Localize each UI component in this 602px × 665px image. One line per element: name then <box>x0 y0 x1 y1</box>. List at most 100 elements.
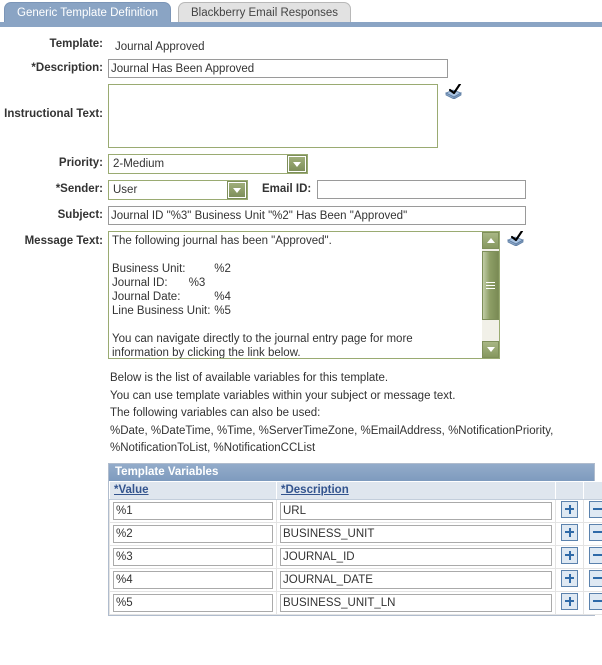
sender-select[interactable]: User <box>108 180 248 200</box>
variable-description-input[interactable] <box>280 593 552 612</box>
tab-label: Blackberry Email Responses <box>191 7 339 19</box>
priority-selected-value: 2-Medium <box>113 158 165 170</box>
spellcheck-book-icon[interactable] <box>445 84 462 99</box>
scrollbar-thumb[interactable] <box>482 251 499 320</box>
scrollbar-grip-icon <box>486 280 495 291</box>
help-line-5: %NotificationToList, %NotificationCCList <box>110 442 316 454</box>
help-line-3: The following variables can also be used… <box>110 407 321 419</box>
cell-add <box>555 590 584 615</box>
sender-label: *Sender: <box>55 183 103 195</box>
cell-add <box>555 521 584 546</box>
priority-label: Priority: <box>58 157 103 169</box>
grid-title: Template Variables <box>109 463 594 481</box>
cell-remove <box>583 521 602 546</box>
cell-add <box>555 544 584 569</box>
template-variables-grid: Template Variables *Value *Description <box>108 462 602 616</box>
spellcheck-book-icon[interactable] <box>507 231 524 246</box>
variable-description-input[interactable] <box>280 570 552 589</box>
cell-value <box>109 567 277 592</box>
cell-value <box>109 521 277 546</box>
subject-label: Subject: <box>57 209 103 221</box>
field-row-message-text: Message Text: The following journal has … <box>0 231 602 362</box>
tab-blackberry-email-responses[interactable]: Blackberry Email Responses <box>178 2 352 22</box>
message-text-area[interactable]: The following journal has been "Approved… <box>108 231 500 359</box>
variable-value-input[interactable] <box>113 501 273 520</box>
cell-remove <box>583 544 602 569</box>
subject-input[interactable] <box>108 206 526 225</box>
remove-row-button[interactable] <box>589 523 602 541</box>
variable-description-input[interactable] <box>280 547 552 566</box>
tab-label: Generic Template Definition <box>17 7 159 19</box>
scroll-down-icon[interactable] <box>482 341 499 358</box>
cell-remove <box>583 567 602 592</box>
table-row <box>109 544 602 569</box>
help-line-2: You can use template variables within yo… <box>110 389 456 402</box>
remove-row-button[interactable] <box>589 500 602 518</box>
column-header-remove <box>583 480 602 500</box>
instructional-text-label: Instructional Text: <box>4 108 103 120</box>
cell-add <box>555 498 584 523</box>
description-label: *Description: <box>31 62 103 74</box>
cell-remove <box>583 498 602 523</box>
add-row-button[interactable] <box>561 500 578 518</box>
scroll-up-icon[interactable] <box>482 232 499 249</box>
field-row-description: *Description: <box>0 59 602 78</box>
field-row-subject: Subject: <box>0 206 602 225</box>
column-header-value[interactable]: *Value <box>109 480 277 500</box>
template-variables-table: *Value *Description <box>109 480 602 615</box>
add-row-button[interactable] <box>561 523 578 541</box>
help-line-1: Below is the list of available variables… <box>110 372 389 384</box>
variable-value-input[interactable] <box>113 570 273 589</box>
cell-remove <box>583 590 602 615</box>
email-id-label: Email ID: <box>262 183 312 195</box>
field-row-sender: *Sender: User Email ID: <box>0 180 602 200</box>
add-row-button[interactable] <box>561 569 578 587</box>
description-input[interactable] <box>108 59 448 78</box>
table-row <box>109 498 602 523</box>
cell-add <box>555 567 584 592</box>
variable-value-input[interactable] <box>113 593 273 612</box>
message-text-label: Message Text: <box>24 235 103 247</box>
add-row-button[interactable] <box>561 546 578 564</box>
sender-selected-value: User <box>113 184 138 196</box>
template-definition-form: Template: Journal Approved *Description:… <box>0 27 602 616</box>
field-row-template: Template: Journal Approved <box>0 38 602 53</box>
email-id-input[interactable] <box>317 180 527 199</box>
message-text-wrapper: The following journal has been "Approved… <box>108 231 500 362</box>
cell-description <box>276 590 556 615</box>
priority-select[interactable]: 2-Medium <box>108 154 308 174</box>
help-text-block: Below is the list of available variables… <box>110 370 580 458</box>
chevron-down-icon[interactable] <box>287 155 307 173</box>
table-row <box>109 590 602 615</box>
cell-value <box>109 498 277 523</box>
table-header-row: *Value *Description <box>109 480 602 500</box>
table-row <box>109 521 602 546</box>
table-body <box>109 498 602 615</box>
field-row-priority: Priority: 2-Medium <box>0 154 602 174</box>
message-text-vertical-scrollbar[interactable] <box>482 232 499 358</box>
remove-row-button[interactable] <box>589 546 602 564</box>
variable-value-input[interactable] <box>113 524 273 543</box>
column-header-description-link[interactable]: *Description <box>281 484 349 496</box>
template-value: Journal Approved <box>115 41 205 53</box>
field-row-instructional-text: Instructional Text: <box>0 84 602 148</box>
cell-value <box>109 590 277 615</box>
remove-row-button[interactable] <box>589 592 602 610</box>
cell-description <box>276 567 556 592</box>
template-label: Template: <box>49 38 103 50</box>
chevron-down-icon[interactable] <box>227 181 247 199</box>
variable-value-input[interactable] <box>113 547 273 566</box>
tab-generic-template-definition[interactable]: Generic Template Definition <box>4 2 172 22</box>
cell-value <box>109 544 277 569</box>
table-row <box>109 567 602 592</box>
column-header-description[interactable]: *Description <box>276 480 556 500</box>
add-row-button[interactable] <box>561 592 578 610</box>
variable-description-input[interactable] <box>280 501 552 520</box>
column-header-add <box>555 480 584 500</box>
variable-description-input[interactable] <box>280 524 552 543</box>
instructional-text-area[interactable] <box>108 84 438 148</box>
column-header-value-link[interactable]: *Value <box>114 484 149 496</box>
remove-row-button[interactable] <box>589 569 602 587</box>
cell-description <box>276 544 556 569</box>
cell-description <box>276 521 556 546</box>
